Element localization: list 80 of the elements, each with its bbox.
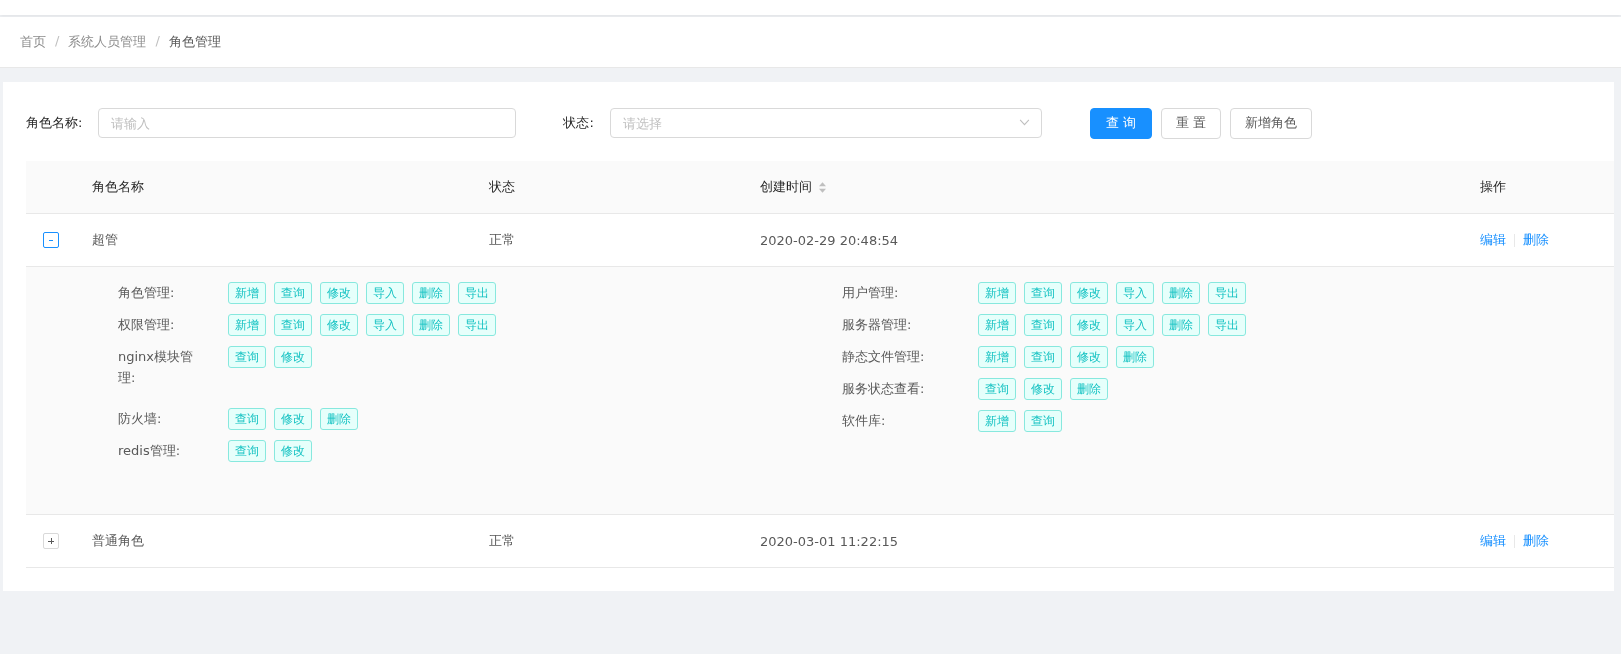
field-label: 状态: (563, 114, 594, 132)
breadcrumb-item: 角色管理 (168, 33, 221, 51)
permission-tag: 导入 (1116, 314, 1154, 336)
permission-tag: 查询 (1024, 346, 1062, 368)
permission-tag: 导出 (1208, 282, 1246, 304)
action-link[interactable]: 编辑 (1480, 532, 1506, 550)
permission-tag: 删除 (1162, 282, 1200, 304)
module-label: 服务器管理: (842, 316, 913, 334)
permission-tag: 修改 (274, 440, 312, 462)
form-button[interactable]: 新增角色 (1230, 107, 1313, 139)
table-cell: 正常 (489, 533, 515, 548)
breadcrumb-item[interactable]: 首页 (20, 33, 46, 51)
permission-tag: 删除 (1162, 314, 1200, 336)
module-label: 服务状态查看: (842, 380, 926, 398)
sort-icon[interactable] (819, 181, 826, 193)
search-button[interactable]: 查 询 (1089, 107, 1152, 139)
module-label: 软件库: (842, 412, 887, 430)
permission-tag: 删除 (1070, 378, 1108, 400)
table-cell: 2020-03-01 11:22:15 (760, 533, 899, 549)
permission-tag: 删除 (412, 314, 450, 336)
permission-tag: 修改 (320, 314, 358, 336)
permission-tag: 删除 (412, 282, 450, 304)
permission-tag: 查询 (1024, 410, 1062, 432)
permission-tag: 修改 (320, 282, 358, 304)
breadcrumb-separator: / (155, 33, 160, 50)
permission-tag: 新增 (228, 314, 266, 336)
column-header: 状态 (489, 179, 515, 194)
action-link[interactable]: 删除 (1523, 532, 1549, 550)
table-cell: 普通角色 (92, 533, 144, 548)
permission-tag: 修改 (1070, 282, 1108, 304)
permission-tag: 新增 (978, 346, 1016, 368)
table-cell: 正常 (489, 232, 515, 247)
chevron-down-icon (1018, 119, 1030, 126)
permission-tag: 新增 (978, 410, 1016, 432)
permission-tag: 导入 (1116, 282, 1154, 304)
input-field[interactable]: 请输入 (98, 108, 517, 138)
permission-tag: 删除 (1116, 346, 1154, 368)
permission-tag: 查询 (274, 314, 312, 336)
action-link[interactable]: 编辑 (1480, 231, 1506, 249)
breadcrumb-item[interactable]: 系统人员管理 (68, 33, 147, 51)
module-label: redis管理: (118, 442, 182, 460)
module-label: 静态文件管理: (842, 348, 926, 366)
form-button[interactable]: 重 置 (1160, 107, 1222, 139)
permission-tag: 查询 (228, 408, 266, 430)
permission-tag: 修改 (274, 346, 312, 368)
module-label: 用户管理: (842, 284, 900, 302)
permission-tag: 删除 (320, 408, 358, 430)
permission-tag: 导出 (458, 282, 496, 304)
permission-tag: 导入 (366, 282, 404, 304)
module-label: nginx模块管理: (118, 348, 195, 387)
table-cell: 2020-02-29 20:48:54 (760, 232, 899, 248)
permission-tag: 修改 (1070, 314, 1108, 336)
module-label: 权限管理: (118, 316, 176, 334)
permission-tag: 导出 (458, 314, 496, 336)
permission-tag: 新增 (228, 282, 266, 304)
permission-tag: 导出 (1208, 314, 1246, 336)
breadcrumb-separator: / (55, 33, 60, 50)
column-header: 角色名称 (92, 179, 144, 194)
module-label: 防火墙: (118, 410, 163, 428)
column-header: 操作 (1480, 178, 1506, 196)
permission-tag: 查询 (228, 440, 266, 462)
permission-tag: 查询 (228, 346, 266, 368)
field-label: 角色名称: (26, 114, 83, 132)
column-header: 创建时间 (760, 178, 812, 196)
expand-icon[interactable] (42, 533, 59, 549)
collapse-icon[interactable] (42, 232, 59, 248)
permission-tag: 修改 (1070, 346, 1108, 368)
permission-tag: 修改 (274, 408, 312, 430)
permission-tag: 修改 (1024, 378, 1062, 400)
permission-tag: 查询 (1024, 282, 1062, 304)
module-label: 角色管理: (118, 284, 176, 302)
permission-tag: 新增 (978, 282, 1016, 304)
permission-tag: 查询 (1024, 314, 1062, 336)
select-field[interactable]: 请选择 (609, 108, 1042, 138)
permission-tag: 查询 (978, 378, 1016, 400)
permission-tag: 新增 (978, 314, 1016, 336)
permission-tag: 查询 (274, 282, 312, 304)
permission-tag: 导入 (366, 314, 404, 336)
action-link[interactable]: 删除 (1523, 231, 1549, 249)
table-cell: 超管 (92, 232, 118, 247)
